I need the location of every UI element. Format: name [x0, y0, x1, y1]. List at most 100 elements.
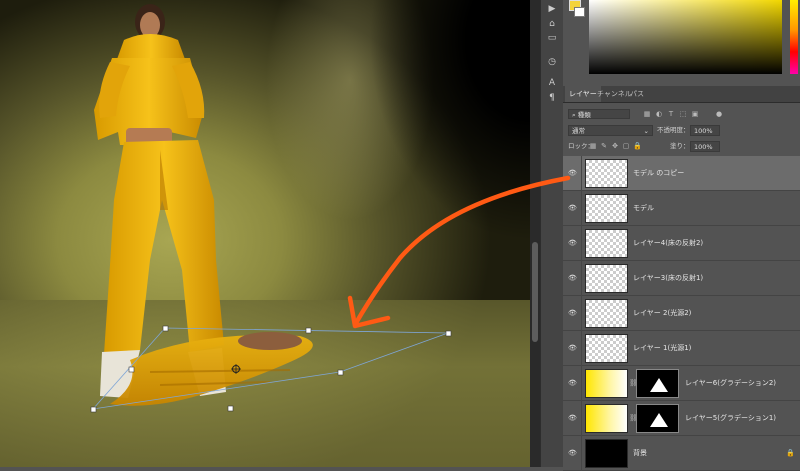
lock-icon[interactable]: 🔒: [633, 142, 642, 150]
eye-icon[interactable]: 👁: [568, 169, 577, 178]
filter-adjust-icon[interactable]: ◐: [655, 110, 663, 118]
layer-row[interactable]: 👁 背景 🔒: [563, 436, 800, 471]
divider: [581, 331, 582, 366]
layer-row[interactable]: 👁 モデル: [563, 191, 800, 226]
panel-icon-column: ▶ ⌂ ▭ ◷ A ¶: [540, 0, 563, 467]
actions-icon[interactable]: ⌂: [545, 17, 559, 31]
comment-icon[interactable]: ▭: [545, 31, 559, 45]
layer-name[interactable]: レイヤー 1(光源1): [633, 331, 691, 366]
model-figure: [94, 4, 226, 398]
divider: [581, 401, 582, 436]
paragraph-icon[interactable]: ¶: [545, 91, 559, 105]
eye-icon[interactable]: 👁: [568, 204, 577, 213]
divider: [581, 191, 582, 226]
document-canvas[interactable]: [0, 0, 530, 467]
divider: [581, 366, 582, 401]
layer-thumbnail: [585, 369, 628, 398]
filter-pixel-icon[interactable]: ▦: [643, 110, 651, 118]
chevron-down-icon: ⌄: [643, 127, 649, 135]
layer-thumbnail: [585, 439, 628, 468]
eye-icon[interactable]: 👁: [568, 274, 577, 283]
layer-filter-row: ⌕ 種類 ▦ ◐ T ⬚ ▣ ●: [563, 108, 800, 120]
play-icon[interactable]: ▶: [545, 2, 559, 16]
layer-name[interactable]: レイヤー6(グラデーション2): [685, 366, 776, 401]
lock-row: ロック： ▦ ✎ ✥ ▢ 🔒 塗り： 100%: [563, 141, 800, 153]
lock-position-icon[interactable]: ✥: [611, 142, 619, 150]
layer-name[interactable]: レイヤー3(床の反射1): [633, 261, 703, 296]
transform-handle[interactable]: [128, 366, 135, 373]
eye-icon[interactable]: 👁: [568, 239, 577, 248]
history-icon[interactable]: ◷: [545, 55, 559, 69]
color-picker-field[interactable]: [589, 0, 782, 74]
divider: [581, 436, 582, 471]
canvas-scrollbar-thumb[interactable]: [532, 242, 538, 342]
mask-shape: [650, 413, 668, 427]
filter-toggle-icon[interactable]: ●: [715, 110, 723, 118]
fill-input[interactable]: 100%: [690, 141, 720, 152]
layer-thumbnail: [585, 264, 628, 293]
opacity-label: 不透明度：: [657, 126, 690, 134]
opacity-value: 100%: [694, 127, 713, 135]
divider: [581, 296, 582, 331]
background-color-swatch[interactable]: [574, 7, 585, 17]
layer-thumbnail: [585, 404, 628, 433]
layer-row[interactable]: 👁 モデル のコピー: [563, 156, 800, 191]
layer-row[interactable]: 👁 レイヤー3(床の反射1): [563, 261, 800, 296]
layer-name[interactable]: 背景: [633, 436, 647, 471]
blend-mode-value: 通常: [572, 127, 585, 135]
transform-handle[interactable]: [337, 369, 344, 376]
lock-pixels-icon[interactable]: ▦: [589, 142, 597, 150]
layer-thumbnail: [585, 334, 628, 363]
tab-paths[interactable]: パス: [626, 86, 648, 102]
lock-paint-icon[interactable]: ✎: [600, 142, 608, 150]
transform-handle[interactable]: [227, 405, 234, 412]
layer-name[interactable]: レイヤー 2(光源2): [633, 296, 691, 331]
layer-name[interactable]: レイヤー5(グラデーション1): [685, 401, 776, 436]
canvas-scrollbar[interactable]: [530, 0, 540, 467]
mask-shape: [650, 378, 668, 392]
layer-row[interactable]: 👁 レイヤー4(床の反射2): [563, 226, 800, 261]
opacity-input[interactable]: 100%: [690, 125, 720, 136]
blend-mode-select[interactable]: 通常 ⌄: [568, 125, 653, 136]
layer-thumbnail: [585, 194, 628, 223]
blend-row: 通常 ⌄ 不透明度： 100%: [563, 125, 800, 137]
divider: [581, 261, 582, 296]
eye-icon[interactable]: 👁: [568, 309, 577, 318]
layer-row[interactable]: 👁 ⛓ レイヤー6(グラデーション2): [563, 366, 800, 401]
layer-thumbnail: [585, 159, 628, 188]
layer-thumbnail: [585, 229, 628, 258]
divider: [581, 156, 582, 191]
lock-artboard-icon[interactable]: ▢: [622, 142, 630, 150]
hue-slider[interactable]: [790, 0, 798, 74]
eye-icon[interactable]: 👁: [568, 344, 577, 353]
layer-mask-thumbnail[interactable]: [636, 369, 679, 398]
filter-smart-icon[interactable]: ▣: [691, 110, 699, 118]
layer-kind-select[interactable]: ⌕ 種類: [568, 109, 630, 119]
layer-mask-thumbnail[interactable]: [636, 404, 679, 433]
layer-name[interactable]: モデル のコピー: [633, 156, 684, 191]
layer-name[interactable]: モデル: [633, 191, 654, 226]
eye-icon[interactable]: 👁: [568, 414, 577, 423]
canvas-artwork: [90, 4, 452, 413]
filter-shape-icon[interactable]: ⬚: [679, 110, 687, 118]
fill-label: 塗り：: [670, 142, 690, 150]
panel-tabs: レイヤー チャンネル パス: [563, 86, 800, 103]
eye-icon[interactable]: 👁: [568, 449, 577, 458]
layer-list: 👁 モデル のコピー 👁 モデル 👁 レイヤー4(床の反射2) 👁 レイヤー3(…: [563, 156, 800, 471]
search-icon: ⌕: [572, 111, 576, 119]
fill-value: 100%: [694, 143, 713, 151]
layer-name[interactable]: レイヤー4(床の反射2): [633, 226, 703, 261]
transform-handle[interactable]: [90, 406, 97, 413]
transform-handle[interactable]: [445, 330, 452, 337]
layer-row[interactable]: 👁 ⛓ レイヤー5(グラデーション1): [563, 401, 800, 436]
layer-row[interactable]: 👁 レイヤー 1(光源1): [563, 331, 800, 366]
character-icon[interactable]: A: [545, 76, 559, 90]
transform-handle[interactable]: [162, 325, 169, 332]
divider: [581, 226, 582, 261]
layer-row[interactable]: 👁 レイヤー 2(光源2): [563, 296, 800, 331]
layer-kind-label: 種類: [577, 111, 591, 119]
lock-icon[interactable]: 🔒: [786, 449, 795, 457]
transform-handle[interactable]: [305, 327, 312, 334]
filter-type-icon[interactable]: T: [667, 110, 675, 118]
eye-icon[interactable]: 👁: [568, 379, 577, 388]
